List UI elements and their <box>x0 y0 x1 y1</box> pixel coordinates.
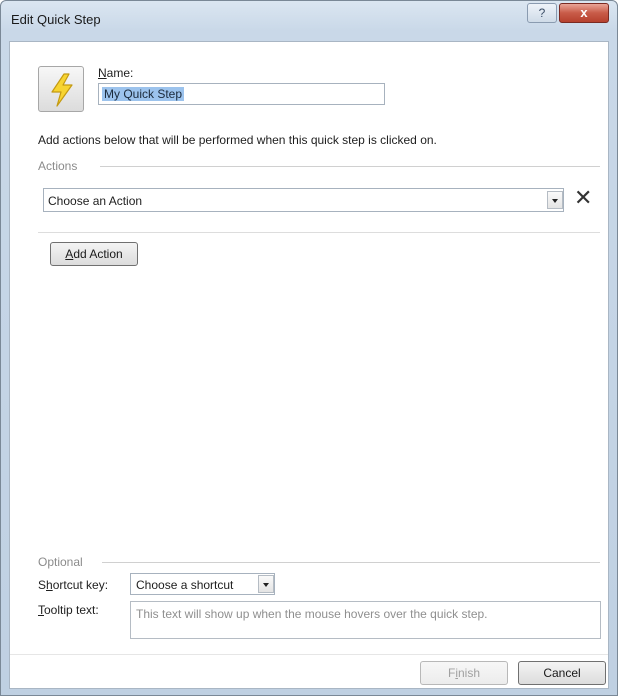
tooltip-text-label: Tooltip text: <box>38 603 99 617</box>
action-select-value: Choose an Action <box>48 194 143 208</box>
finish-button[interactable]: Finish <box>420 661 508 685</box>
remove-action-button[interactable]: ✕ <box>574 185 593 210</box>
chevron-down-icon <box>263 583 269 587</box>
shortcut-key-select[interactable]: Choose a shortcut <box>130 573 275 595</box>
add-action-button[interactable]: Add Action <box>50 242 138 266</box>
footer-divider <box>10 654 608 655</box>
edit-quick-step-dialog: Edit Quick Step ? x Name: My Quick Step … <box>0 0 618 696</box>
action-select[interactable]: Choose an Action <box>43 188 564 212</box>
close-icon: ✕ <box>574 185 593 210</box>
lightning-bolt-icon <box>51 73 73 107</box>
tooltip-text-input[interactable]: This text will show up when the mouse ho… <box>130 601 601 639</box>
cancel-button[interactable]: Cancel <box>518 661 606 685</box>
shortcut-dropdown-button[interactable] <box>258 575 274 593</box>
optional-section-label: Optional <box>38 555 83 569</box>
chevron-down-icon <box>552 199 558 203</box>
actions-section-divider <box>100 166 600 167</box>
name-input[interactable]: My Quick Step <box>98 83 385 105</box>
window-title: Edit Quick Step <box>11 12 101 27</box>
optional-section-divider <box>102 562 600 563</box>
dialog-body: Name: My Quick Step Add actions below th… <box>9 41 609 689</box>
action-dropdown-button[interactable] <box>547 191 563 209</box>
shortcut-key-label: Shortcut key: <box>38 578 109 592</box>
help-icon: ? <box>538 6 546 20</box>
help-button[interactable]: ? <box>527 3 557 23</box>
title-bar: Edit Quick Step ? x <box>1 1 617 41</box>
shortcut-key-value: Choose a shortcut <box>136 578 234 592</box>
close-window-button[interactable]: x <box>559 3 609 23</box>
quick-step-icon-button[interactable] <box>38 66 84 112</box>
name-label: Name: <box>98 66 134 80</box>
actions-divider <box>38 232 600 233</box>
close-window-icon: x <box>580 5 588 20</box>
instructions-text: Add actions below that will be performed… <box>38 133 437 147</box>
name-input-value: My Quick Step <box>102 87 185 101</box>
tooltip-placeholder: This text will show up when the mouse ho… <box>136 607 488 621</box>
actions-section-label: Actions <box>38 159 78 173</box>
